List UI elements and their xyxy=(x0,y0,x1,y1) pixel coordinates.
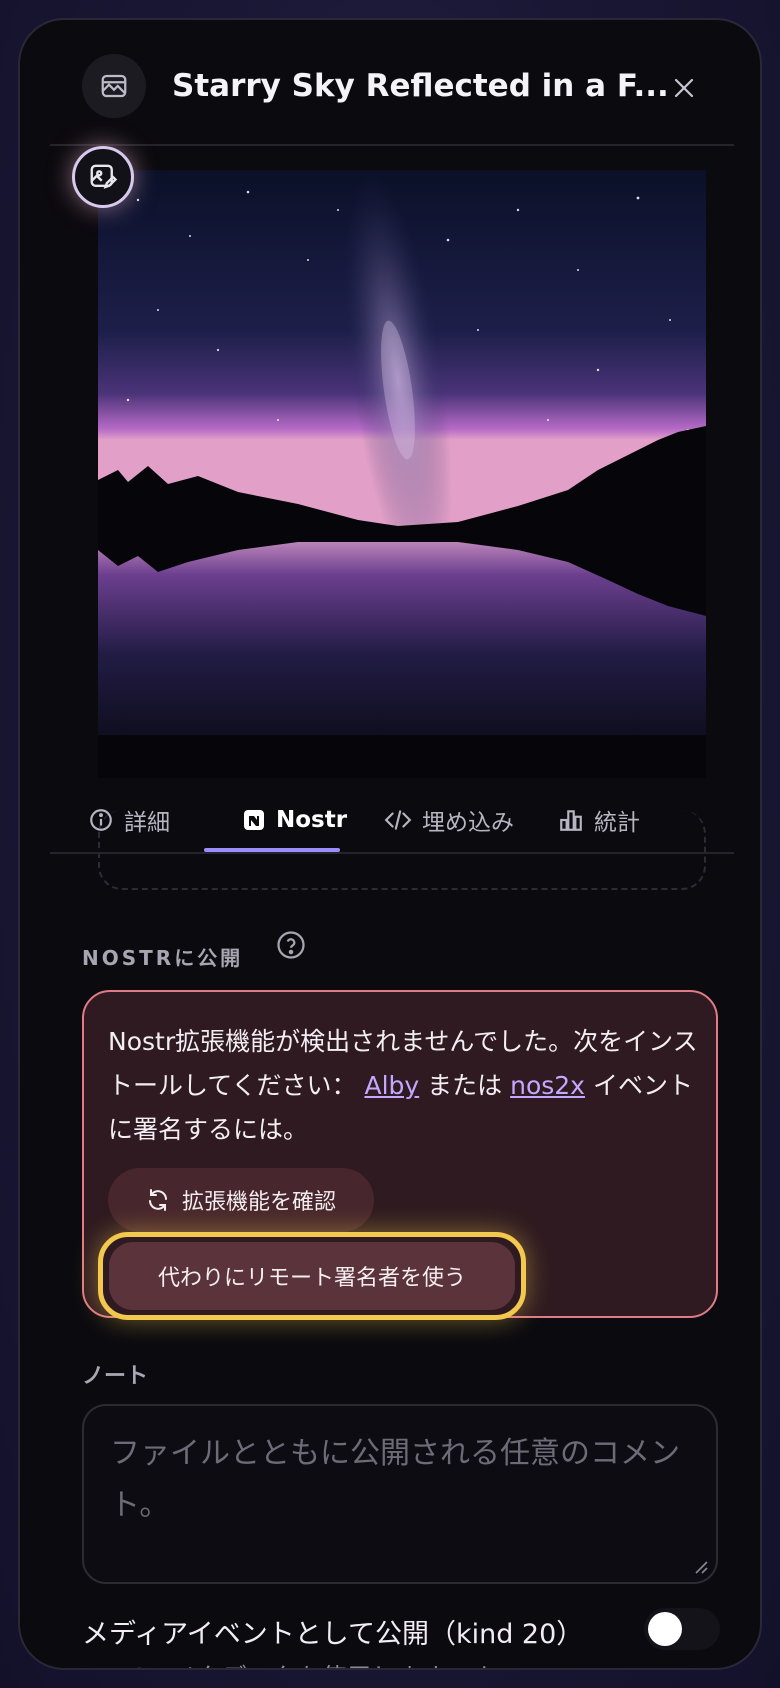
close-icon xyxy=(674,78,694,98)
tab-stats[interactable]: 統計 xyxy=(558,788,640,852)
section-title: NOSTRに公開 xyxy=(82,946,244,970)
resize-handle-icon[interactable] xyxy=(692,1558,708,1574)
alert-or: または xyxy=(427,1071,503,1100)
tab-bar: 詳細 Nostr 埋め込み 統計 xyxy=(50,788,734,858)
modal-header: Starry Sky Reflected in a F... xyxy=(20,20,760,144)
refresh-icon xyxy=(148,1189,167,1211)
tab-embed[interactable]: 埋め込み xyxy=(384,788,514,852)
close-button[interactable] xyxy=(666,70,702,106)
nos2x-link[interactable]: nos2x xyxy=(510,1071,585,1100)
alert-message: Nostr拡張機能が検出されませんでした。次をインストールしてください： Alb… xyxy=(108,1020,702,1152)
info-icon xyxy=(90,809,112,831)
remote-signer-highlight: 代わりにリモート署名者を使う xyxy=(98,1232,526,1320)
publish-modal: Starry Sky Reflected in a F... 詳細 Nostr … xyxy=(18,18,762,1670)
note-textarea[interactable]: ファイルとともに公開される任意のコメント。 xyxy=(82,1404,718,1584)
bar-chart-icon xyxy=(560,810,582,831)
modal-title: Starry Sky Reflected in a F... xyxy=(172,68,669,104)
image-preview xyxy=(98,170,706,778)
note-placeholder: ファイルとともに公開される任意のコメント。 xyxy=(110,1436,680,1523)
tab-stats-label: 統計 xyxy=(594,810,640,836)
edit-image-icon xyxy=(90,164,118,189)
check-extension-button[interactable]: 拡張機能を確認 xyxy=(108,1168,374,1232)
toggle-knob xyxy=(648,1612,682,1646)
remote-signer-button[interactable]: 代わりにリモート署名者を使う xyxy=(109,1242,515,1310)
code-icon xyxy=(384,810,412,830)
image-icon xyxy=(82,54,146,118)
media-event-description: NIP-94 メタデータを使用します。オフの xyxy=(82,1658,544,1668)
alby-link[interactable]: Alby xyxy=(364,1071,419,1100)
media-event-label: メディアイベントとして公開（kind 20） xyxy=(82,1619,584,1650)
tabs-divider xyxy=(50,852,734,854)
check-extension-label: 拡張機能を確認 xyxy=(181,1190,336,1215)
media-event-toggle[interactable] xyxy=(644,1608,720,1650)
tab-details[interactable]: 詳細 xyxy=(88,788,170,852)
help-icon[interactable] xyxy=(276,930,306,960)
tab-nostr[interactable]: Nostr xyxy=(242,788,347,852)
edit-image-button[interactable] xyxy=(72,146,134,208)
header-divider xyxy=(50,144,734,146)
note-label: ノート xyxy=(82,1364,149,1389)
nostr-icon xyxy=(244,810,264,830)
tab-details-label: 詳細 xyxy=(124,810,170,836)
tab-embed-label: 埋め込み xyxy=(422,810,514,836)
tab-nostr-label: Nostr xyxy=(276,807,348,833)
extension-missing-alert: Nostr拡張機能が検出されませんでした。次をインストールしてください： Alb… xyxy=(82,990,718,1320)
